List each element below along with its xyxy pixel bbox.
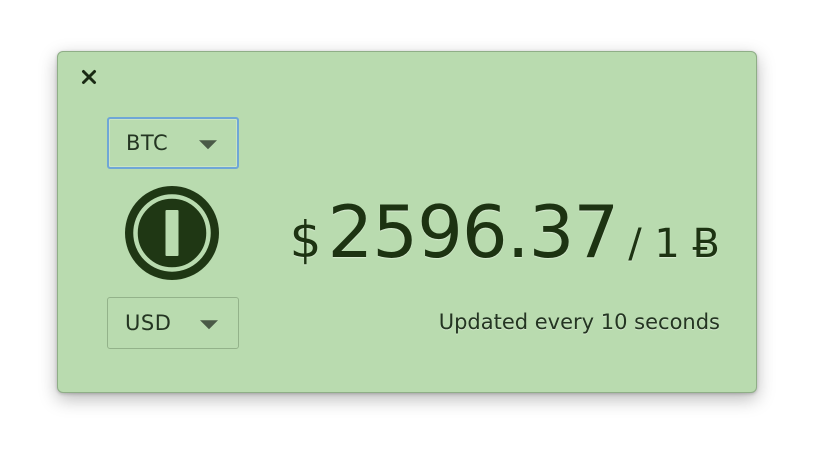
price-value: 2596.37 (327, 190, 619, 274)
chevron-down-icon (200, 320, 218, 330)
per-unit-label: / 1 Ƀ (628, 221, 720, 267)
from-currency-label: BTC (126, 131, 169, 155)
chevron-down-icon (199, 140, 217, 150)
update-interval-note: Updated every 10 seconds (438, 310, 720, 334)
price-display: $ 2596.37 / 1 Ƀ (290, 190, 720, 274)
from-currency-dropdown[interactable]: BTC (107, 117, 239, 169)
close-icon (82, 70, 96, 84)
close-button[interactable] (78, 66, 100, 88)
coin-logo-icon (125, 186, 219, 280)
to-currency-label: USD (125, 311, 172, 335)
converter-window: BTC USD $ 2596.37 / 1 Ƀ Updated every 10… (57, 51, 757, 393)
to-currency-dropdown[interactable]: USD (107, 297, 239, 349)
currency-symbol: $ (289, 211, 322, 269)
